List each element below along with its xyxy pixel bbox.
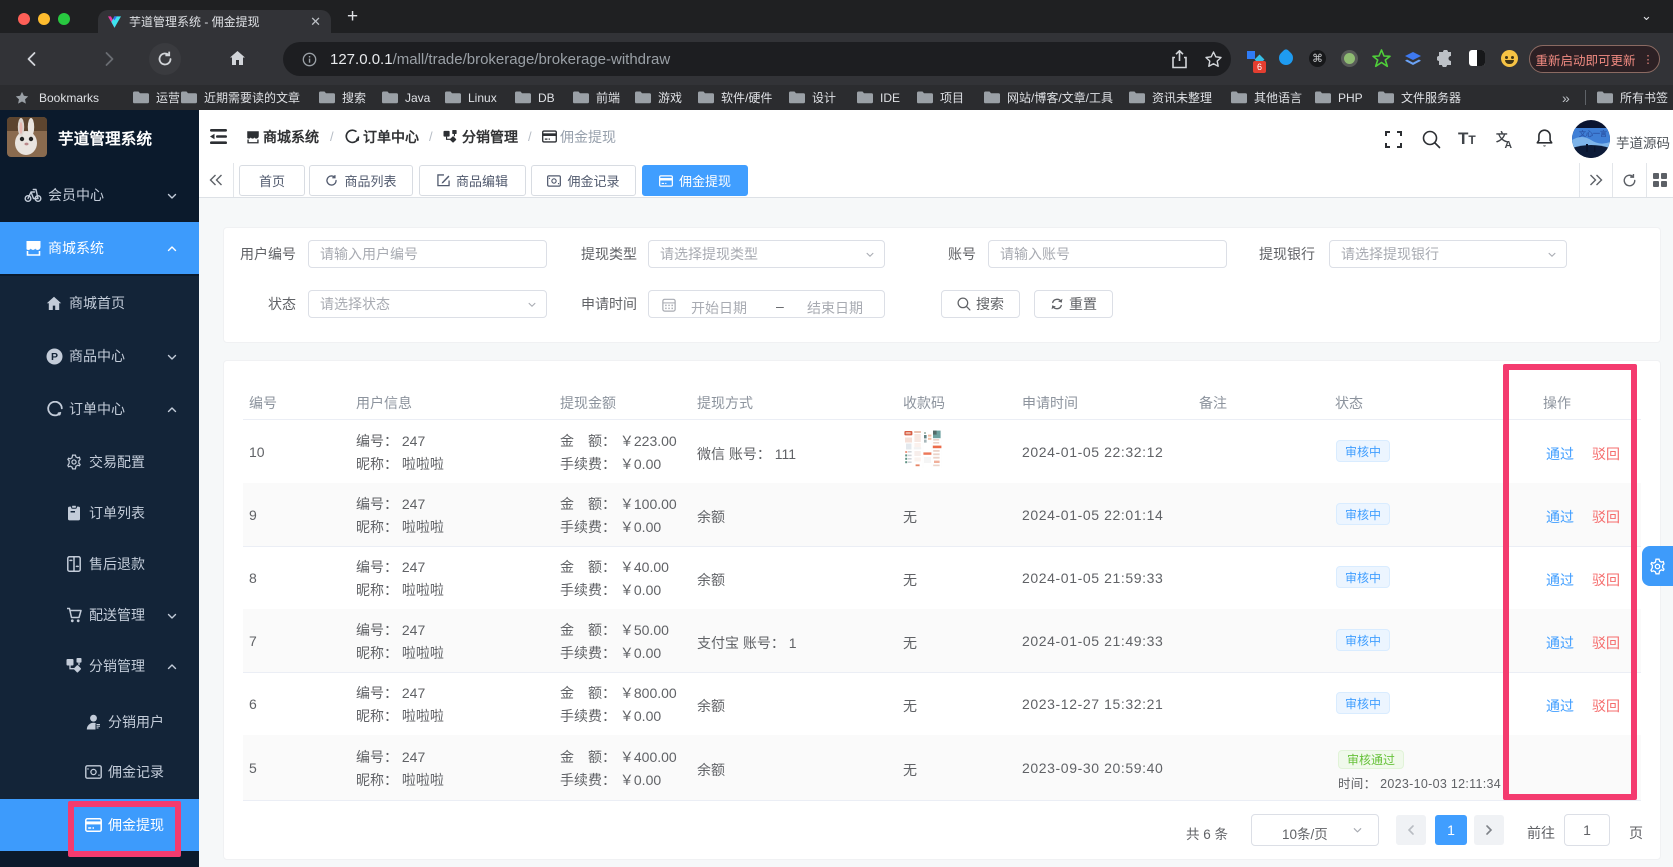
svg-text:A: A (1505, 139, 1513, 149)
svg-text:P: P (50, 351, 57, 363)
svg-text:文心一言: 文心一言 (1579, 129, 1607, 138)
